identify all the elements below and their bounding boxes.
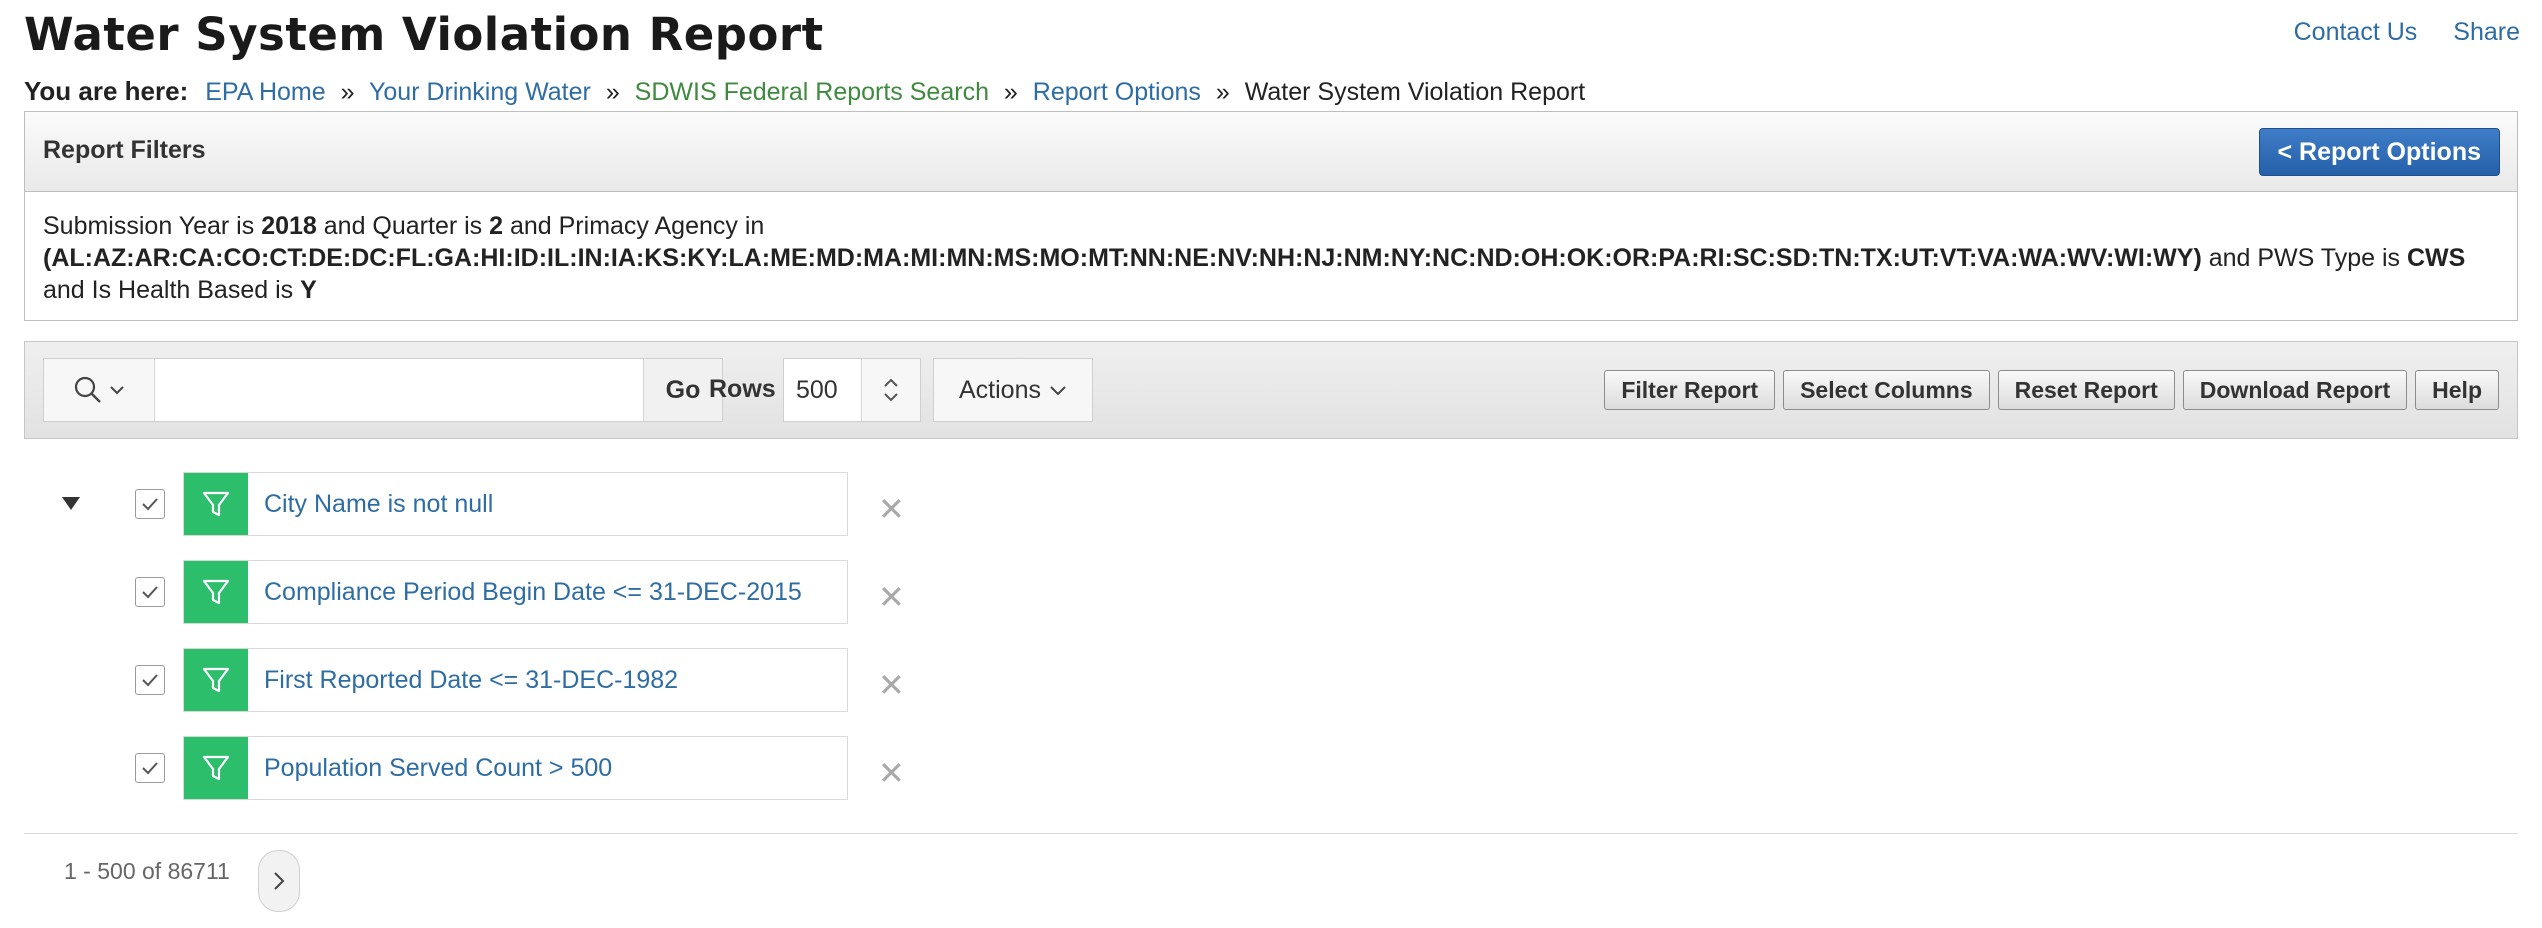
divider	[24, 833, 2518, 834]
filter-report-button[interactable]: Filter Report	[1604, 370, 1776, 410]
remove-filter-icon[interactable]: ✕	[878, 578, 905, 616]
filter-icon	[184, 737, 248, 799]
breadcrumb-your-drinking-water[interactable]: Your Drinking Water	[369, 78, 591, 106]
applied-filter-row: Compliance Period Begin Date <= 31-DEC-2…	[135, 560, 905, 624]
filter-icon	[184, 649, 248, 711]
checkmark-icon	[142, 762, 158, 775]
report-options-button[interactable]: < Report Options	[2258, 128, 2500, 176]
applied-filter-row: Population Served Count > 500 ✕	[135, 736, 905, 800]
reset-report-button[interactable]: Reset Report	[1997, 370, 2175, 410]
breadcrumb-separator: »	[340, 78, 355, 106]
applied-filter-row: First Reported Date <= 31-DEC-1982 ✕	[135, 648, 905, 712]
applied-filter-row: City Name is not null ✕	[135, 472, 905, 536]
filter-checkbox[interactable]	[135, 665, 165, 695]
report-toolbar: Go Rows 500 Actions Filter Report Select…	[24, 341, 2518, 439]
breadcrumb-report-options[interactable]: Report Options	[1033, 78, 1201, 106]
rows-stepper[interactable]	[861, 359, 920, 421]
filter-chip[interactable]: City Name is not null	[183, 472, 848, 536]
breadcrumb-epa-home[interactable]: EPA Home	[205, 78, 325, 106]
filter-label: Compliance Period Begin Date <= 31-DEC-2…	[264, 577, 802, 606]
download-report-button[interactable]: Download Report	[2182, 370, 2408, 410]
breadcrumb-label: You are here:	[24, 76, 189, 106]
top-links: Contact Us Share	[2294, 18, 2520, 47]
select-columns-button[interactable]: Select Columns	[1783, 370, 1990, 410]
chevron-down-icon	[110, 386, 124, 395]
filter-label: Population Served Count > 500	[264, 753, 613, 782]
report-filters-panel: Report Filters < Report Options Submissi…	[24, 111, 2518, 321]
actions-label: Actions	[959, 375, 1041, 404]
search-bar: Go	[43, 358, 723, 422]
filter-label: First Reported Date <= 31-DEC-1982	[264, 665, 679, 694]
rows-value: 500	[796, 375, 838, 404]
filter-chip[interactable]: Compliance Period Begin Date <= 31-DEC-2…	[183, 560, 848, 624]
up-down-chevron-icon	[884, 378, 898, 402]
remove-filter-icon[interactable]: ✕	[878, 754, 905, 792]
filter-icon	[184, 561, 248, 623]
health-based-value: Y	[300, 276, 317, 304]
filter-chip[interactable]: Population Served Count > 500	[183, 736, 848, 800]
breadcrumb-current: Water System Violation Report	[1244, 78, 1586, 106]
rows-label: Rows	[709, 375, 776, 403]
search-column-menu[interactable]	[44, 359, 155, 421]
contact-us-link[interactable]: Contact Us	[2294, 18, 2418, 47]
breadcrumb: You are here: EPA Home » Your Drinking W…	[24, 76, 1585, 107]
filter-label: City Name is not null	[264, 489, 494, 518]
report-filters-description: Submission Year is 2018 and Quarter is 2…	[43, 212, 2466, 304]
primacy-agency-list: (AL:AZ:AR:CA:CO:CT:DE:DC:FL:GA:HI:ID:IL:…	[43, 244, 2202, 272]
search-input[interactable]	[155, 359, 643, 421]
rows-select[interactable]: 500	[783, 358, 921, 422]
report-filters-title: Report Filters	[43, 136, 206, 164]
pagination-range: 1 - 500 of 86711	[64, 858, 230, 884]
breadcrumb-sdwis-search[interactable]: SDWIS Federal Reports Search	[635, 78, 989, 106]
filter-checkbox[interactable]	[135, 577, 165, 607]
share-link[interactable]: Share	[2453, 18, 2520, 47]
chevron-right-icon	[274, 872, 285, 890]
breadcrumb-separator: »	[1215, 78, 1230, 106]
submission-year-value: 2018	[261, 212, 317, 240]
page-title: Water System Violation Report	[24, 8, 824, 61]
filter-checkbox[interactable]	[135, 489, 165, 519]
chevron-down-icon	[1050, 386, 1066, 396]
search-icon	[74, 376, 101, 403]
pws-type-value: CWS	[2406, 244, 2466, 272]
remove-filter-icon[interactable]: ✕	[878, 490, 905, 528]
checkmark-icon	[142, 674, 158, 687]
actions-menu-button[interactable]: Actions	[933, 358, 1093, 422]
checkmark-icon	[142, 586, 158, 599]
help-button[interactable]: Help	[2415, 370, 2499, 410]
quarter-value: 2	[489, 212, 504, 240]
next-page-button[interactable]	[258, 850, 300, 912]
remove-filter-icon[interactable]: ✕	[878, 666, 905, 704]
breadcrumb-separator: »	[1003, 78, 1018, 106]
collapse-filters-icon[interactable]	[62, 497, 80, 510]
report-filters-header: Report Filters < Report Options	[25, 112, 2517, 192]
filter-icon	[184, 473, 248, 535]
filter-checkbox[interactable]	[135, 753, 165, 783]
filter-chip[interactable]: First Reported Date <= 31-DEC-1982	[183, 648, 848, 712]
report-action-buttons: Filter Report Select Columns Reset Repor…	[1604, 370, 2499, 410]
checkmark-icon	[142, 498, 158, 511]
breadcrumb-separator: »	[605, 78, 620, 106]
